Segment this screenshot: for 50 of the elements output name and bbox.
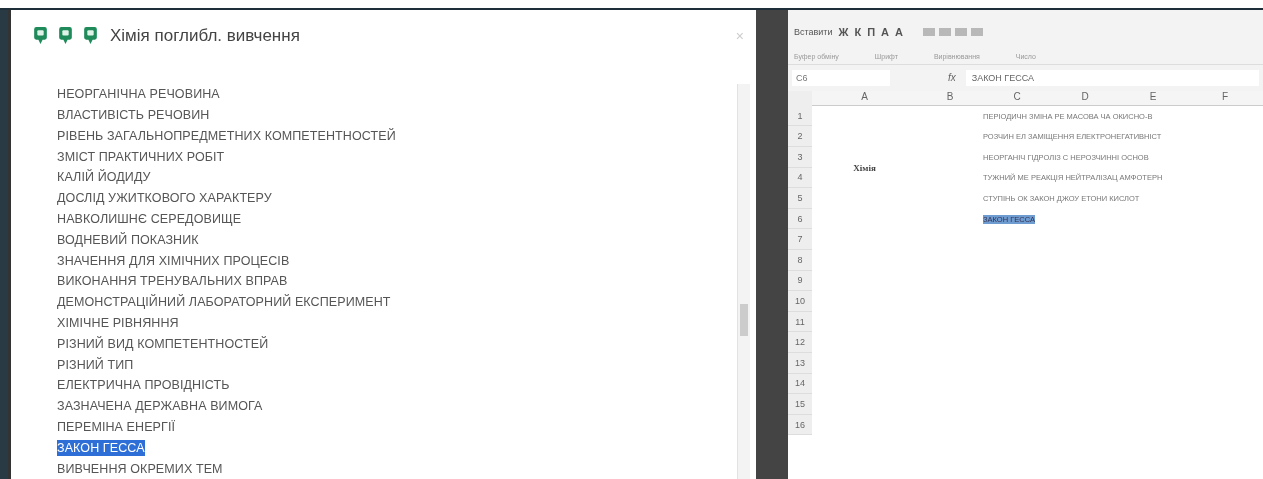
row-header[interactable]: 1 — [788, 105, 812, 127]
dialog-title: Хімія поглибл. вивчення — [110, 25, 300, 46]
list-item[interactable]: ХІМІЧНЕ РІВНЯННЯ — [57, 315, 179, 331]
row-header[interactable]: 14 — [788, 373, 812, 395]
font-button[interactable]: A — [881, 25, 890, 38]
formula-field[interactable]: ЗАКОН ГЕССА — [965, 69, 1259, 86]
row-header[interactable]: 4 — [788, 167, 812, 189]
row-header[interactable]: 2 — [788, 126, 812, 148]
list-item[interactable]: ПЕРЕМІНА ЕНЕРГІЇ — [57, 419, 176, 435]
tag-icon[interactable] — [58, 26, 73, 46]
list-item[interactable]: ЗНАЧЕННЯ ДЛЯ ХІМІЧНИХ ПРОЦЕСІВ — [57, 252, 290, 269]
list-item[interactable]: ДЕМОНСТРАЦІЙНИЙ ЛАБОРАТОРНИЙ ЕКСПЕРИМЕНТ — [57, 294, 391, 311]
list-item[interactable]: ВИКОНАННЯ ТРЕНУВАЛЬНИХ ВПРАВ — [57, 273, 288, 290]
tag-icon[interactable] — [33, 26, 48, 46]
row-header[interactable]: 10 — [788, 291, 812, 312]
list-item[interactable]: НЕОРГАНІЧНА РЕЧОВИНА — [57, 86, 220, 103]
row-header[interactable]: 9 — [788, 270, 812, 292]
list-item[interactable]: ЗМІСТ ПРАКТИЧНИХ РОБІТ — [57, 148, 225, 165]
row-header[interactable]: 5 — [788, 188, 812, 209]
row-header[interactable]: 16 — [788, 414, 812, 436]
name-box[interactable]: C6 — [792, 69, 890, 86]
row-header[interactable]: 6 — [788, 208, 812, 230]
list-item[interactable]: ВОДНЕВИЙ ПОКАЗНИК — [57, 231, 199, 248]
tag-icon[interactable] — [83, 26, 98, 46]
font-button[interactable]: Ж — [838, 25, 849, 38]
list-item[interactable]: ВИВЧЕННЯ ОКРЕМИХ ТЕМ — [57, 460, 223, 477]
scrollbar[interactable] — [737, 83, 750, 479]
list-item[interactable]: ЕЛЕКТРИЧНА ПРОВІДНІСТЬ — [57, 377, 230, 394]
list-item[interactable]: РІВЕНЬ ЗАГАЛЬНОПРЕДМЕТНИХ КОМПЕТЕНТНОСТЕЙ — [57, 127, 396, 144]
row-header[interactable]: 7 — [788, 229, 812, 250]
list-item[interactable]: НАВКОЛИШНЄ СЕРЕДОВИЩЕ — [57, 211, 242, 228]
row-header[interactable]: 15 — [788, 394, 812, 415]
font-button[interactable]: К — [854, 25, 862, 38]
list-item[interactable]: РІЗНИЙ ВИД КОМПЕТЕНТНОСТЕЙ — [57, 335, 269, 352]
font-button[interactable]: A — [895, 25, 903, 38]
list-item[interactable]: ЗАКОН ГЕССА — [57, 439, 145, 456]
row-header[interactable]: 13 — [788, 353, 812, 374]
font-button[interactable]: П — [867, 25, 876, 38]
table-cell: Хімія — [853, 162, 876, 173]
row-header[interactable]: 8 — [788, 250, 812, 271]
list-item[interactable]: КАЛІЙ ЙОДИДУ — [57, 169, 151, 186]
list-item[interactable]: ДОСЛІД УЖИТКОВОГО ХАРАКТЕРУ — [57, 190, 272, 207]
list-item[interactable]: ЗАЗНАЧЕНА ДЕРЖАВНА ВИМОГА — [57, 398, 263, 415]
list-item[interactable]: РІЗНИЙ ТИП — [57, 356, 134, 373]
row-header[interactable]: 11 — [788, 311, 812, 333]
list-item[interactable]: ВЛАСТИВІСТЬ РЕЧОВИН — [57, 107, 210, 124]
row-header[interactable]: 12 — [788, 332, 812, 353]
row-header[interactable]: 3 — [788, 147, 812, 168]
function-button[interactable]: fx — [948, 72, 956, 84]
paste-button[interactable]: Вставити — [794, 26, 833, 37]
